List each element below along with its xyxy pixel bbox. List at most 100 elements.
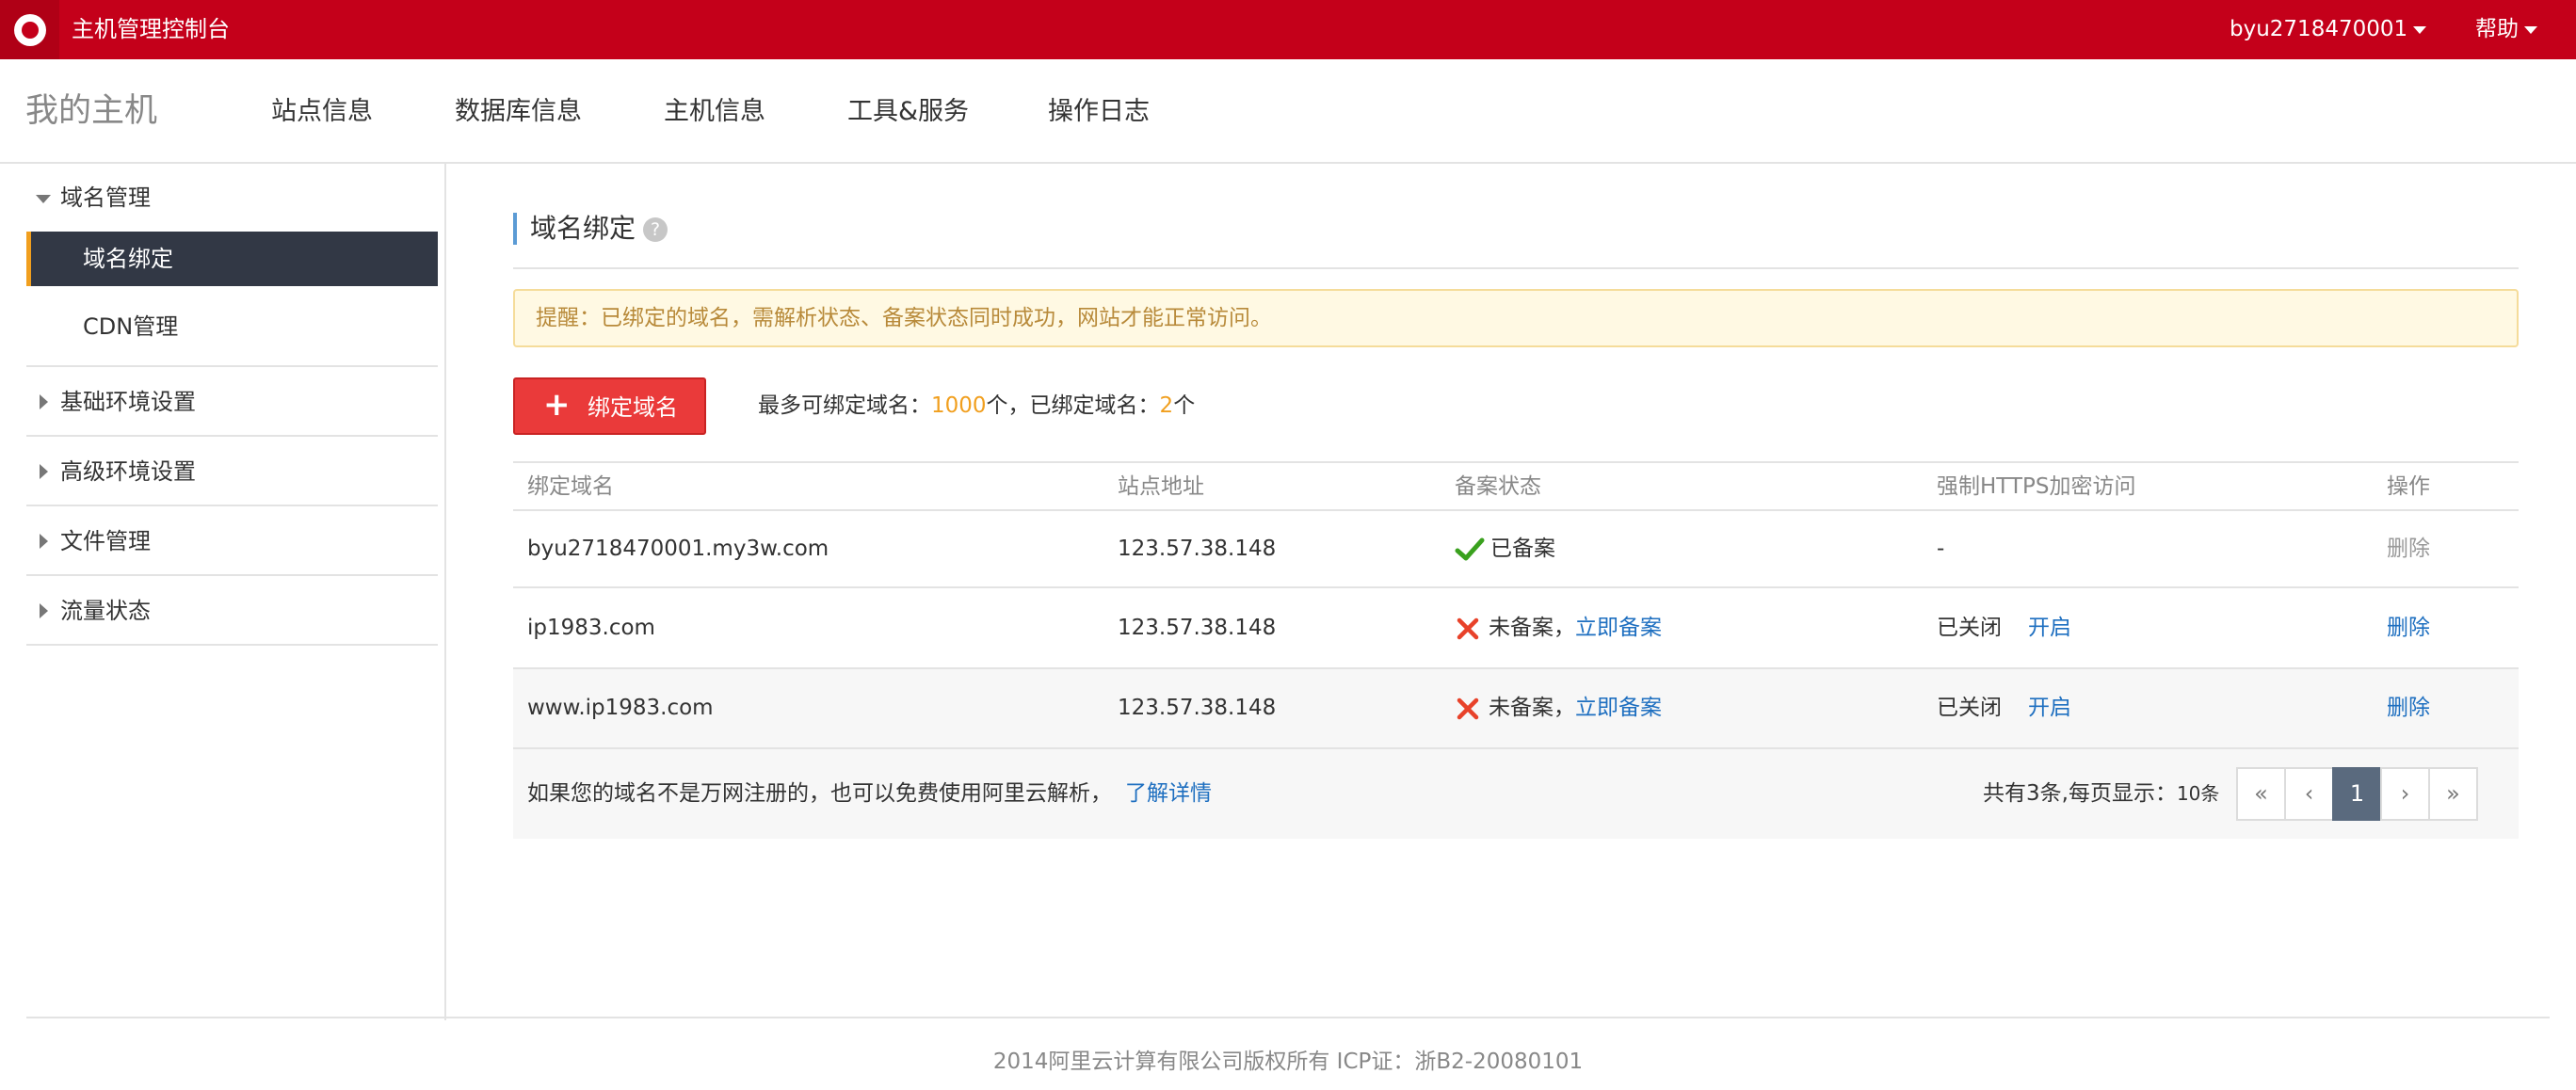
quota-bound: 2 <box>1159 393 1174 418</box>
status-text: 已备案 <box>1490 537 1555 561</box>
page-info-text: 共有3条,每页显示： <box>1983 781 2177 806</box>
register-icp-link[interactable]: 立即备案 <box>1575 696 1662 720</box>
pager-prev[interactable]: ‹ <box>2284 767 2334 821</box>
nav-item-operation-log[interactable]: 操作日志 <box>1048 59 1150 164</box>
enable-https-link[interactable]: 开启 <box>2028 696 2071 720</box>
delete-link[interactable]: 删除 <box>2387 588 2430 667</box>
table-footer: 如果您的域名不是万网注册的，也可以免费使用阿里云解析， 了解详情 共有3条,每页显… <box>513 749 2519 839</box>
sidebar-group-traffic[interactable]: 流量状态 <box>26 576 438 646</box>
sidebar-group-domain[interactable]: 域名管理 <box>26 164 438 232</box>
aliyun-dns-text: 如果您的域名不是万网注册的，也可以免费使用阿里云解析， <box>527 781 1112 806</box>
quota-max: 1000 <box>931 393 987 418</box>
footer-divider <box>26 1017 2550 1018</box>
cell-status: 已备案 <box>1455 511 1555 586</box>
bind-domain-button[interactable]: + 绑定域名 <box>513 377 706 435</box>
header-domain: 绑定域名 <box>527 474 614 499</box>
sidebar-group-label: 文件管理 <box>60 528 151 554</box>
caret-down-icon <box>2413 25 2427 34</box>
pager-next[interactable]: › <box>2380 767 2430 821</box>
status-text: 未备案， <box>1489 616 1575 640</box>
sidebar-item-label: 域名绑定 <box>83 246 173 272</box>
https-state: 已关闭 <box>1937 696 2002 720</box>
cell-https: 已关闭 开启 <box>1937 669 2071 747</box>
sidebar-group-advanced-env[interactable]: 高级环境设置 <box>26 437 438 506</box>
sidebar-item-cdn[interactable]: CDN管理 <box>26 286 438 367</box>
plus-icon: + <box>543 386 571 424</box>
cell-status: 未备案，立即备案 <box>1455 669 1662 747</box>
page-title-text: 域名绑定 <box>530 213 636 244</box>
sidebar-group-file-manage[interactable]: 文件管理 <box>26 506 438 576</box>
cell-domain: byu2718470001.my3w.com <box>527 537 829 561</box>
main-nav: 我的主机 站点信息 数据库信息 主机信息 工具&服务 操作日志 <box>0 59 2576 164</box>
sidebar-group-label: 高级环境设置 <box>60 458 196 485</box>
domain-quota: 最多可绑定域名：1000个，已绑定域名：2个 <box>758 377 1195 435</box>
header-icp-status: 备案状态 <box>1455 474 1541 499</box>
quota-prefix: 最多可绑定域名： <box>758 393 931 418</box>
pager-page-1[interactable]: 1 <box>2332 767 2382 821</box>
pager-first[interactable]: « <box>2236 767 2286 821</box>
nav-item-database-info[interactable]: 数据库信息 <box>455 59 582 164</box>
sidebar-group-label: 流量状态 <box>60 598 151 624</box>
triangle-right-icon <box>40 394 48 409</box>
help-label: 帮助 <box>2475 17 2519 41</box>
cell-domain: www.ip1983.com <box>527 696 714 720</box>
sidebar: 域名管理 域名绑定 CDN管理 基础环境设置 高级环境设置 文件管理 流量状态 <box>0 164 446 1020</box>
pagination: « ‹ 1 › » <box>2236 767 2478 821</box>
cross-icon <box>1457 617 1479 639</box>
cell-domain: ip1983.com <box>527 616 655 640</box>
delete-link-disabled: 删除 <box>2387 537 2430 561</box>
sidebar-group-basic-env[interactable]: 基础环境设置 <box>26 367 438 437</box>
page-size: 10条 <box>2176 782 2220 805</box>
triangle-right-icon <box>40 603 48 618</box>
logo[interactable] <box>0 0 59 59</box>
help-icon[interactable]: ? <box>643 217 668 242</box>
check-icon <box>1455 537 1485 560</box>
copyright: 2014阿里云计算有限公司版权所有 ICP证：浙B2-20080101 <box>992 1050 1584 1074</box>
top-bar: 主机管理控制台 byu2718470001 帮助 <box>0 0 2576 59</box>
table-row: ip1983.com 123.57.38.148 未备案，立即备案 已关闭 开启 … <box>513 588 2519 669</box>
logo-icon <box>13 13 46 46</box>
triangle-down-icon <box>36 195 51 203</box>
header-site-address: 站点地址 <box>1118 474 1204 499</box>
header-operation: 操作 <box>2387 474 2430 499</box>
user-name: byu2718470001 <box>2230 17 2408 41</box>
cell-ip: 123.57.38.148 <box>1118 696 1277 720</box>
cell-ip: 123.57.38.148 <box>1118 616 1277 640</box>
sidebar-group-label: 域名管理 <box>60 184 151 211</box>
bind-domain-label: 绑定域名 <box>588 394 678 421</box>
triangle-right-icon <box>40 534 48 549</box>
page-title: 域名绑定? <box>513 213 668 245</box>
header-https: 强制HTTPS加密访问 <box>1937 474 2136 499</box>
cell-ip: 123.57.38.148 <box>1118 537 1277 561</box>
cell-status: 未备案，立即备案 <box>1455 588 1662 667</box>
cross-icon <box>1457 697 1479 719</box>
https-state: 已关闭 <box>1937 616 2002 640</box>
cell-https: 已关闭 开启 <box>1937 588 2071 667</box>
sidebar-item-label: CDN管理 <box>83 313 179 340</box>
enable-https-link[interactable]: 开启 <box>2028 616 2071 640</box>
aliyun-dns-tip: 如果您的域名不是万网注册的，也可以免费使用阿里云解析， 了解详情 <box>527 749 1212 839</box>
status-text: 未备案， <box>1489 696 1575 720</box>
nav-item-tools-services[interactable]: 工具&服务 <box>847 59 969 164</box>
quota-mid: 个，已绑定域名： <box>986 393 1160 418</box>
table-row: byu2718470001.my3w.com 123.57.38.148 已备案… <box>513 511 2519 588</box>
table-row: www.ip1983.com 123.57.38.148 未备案，立即备案 已关… <box>513 669 2519 749</box>
quota-suffix: 个 <box>1173 393 1196 418</box>
register-icp-link[interactable]: 立即备案 <box>1575 616 1662 640</box>
user-menu[interactable]: byu2718470001 <box>2230 0 2427 59</box>
nav-brand[interactable]: 我的主机 <box>25 59 157 164</box>
nav-item-host-info[interactable]: 主机信息 <box>664 59 765 164</box>
triangle-right-icon <box>40 464 48 479</box>
sidebar-item-domain-bind[interactable]: 域名绑定 <box>26 232 438 286</box>
sidebar-group-label: 基础环境设置 <box>60 389 196 415</box>
caret-down-icon <box>2524 25 2537 34</box>
notice-banner: 提醒：已绑定的域名，需解析状态、备案状态同时成功，网站才能正常访问。 <box>513 289 2519 347</box>
page-info: 共有3条,每页显示：10条 <box>1983 749 2219 839</box>
help-menu[interactable]: 帮助 <box>2475 0 2537 59</box>
title-divider <box>513 267 2519 269</box>
pager-last[interactable]: » <box>2428 767 2478 821</box>
nav-item-site-info[interactable]: 站点信息 <box>271 59 373 164</box>
app-title: 主机管理控制台 <box>72 16 230 42</box>
learn-more-link[interactable]: 了解详情 <box>1125 781 1212 806</box>
delete-link[interactable]: 删除 <box>2387 669 2430 747</box>
